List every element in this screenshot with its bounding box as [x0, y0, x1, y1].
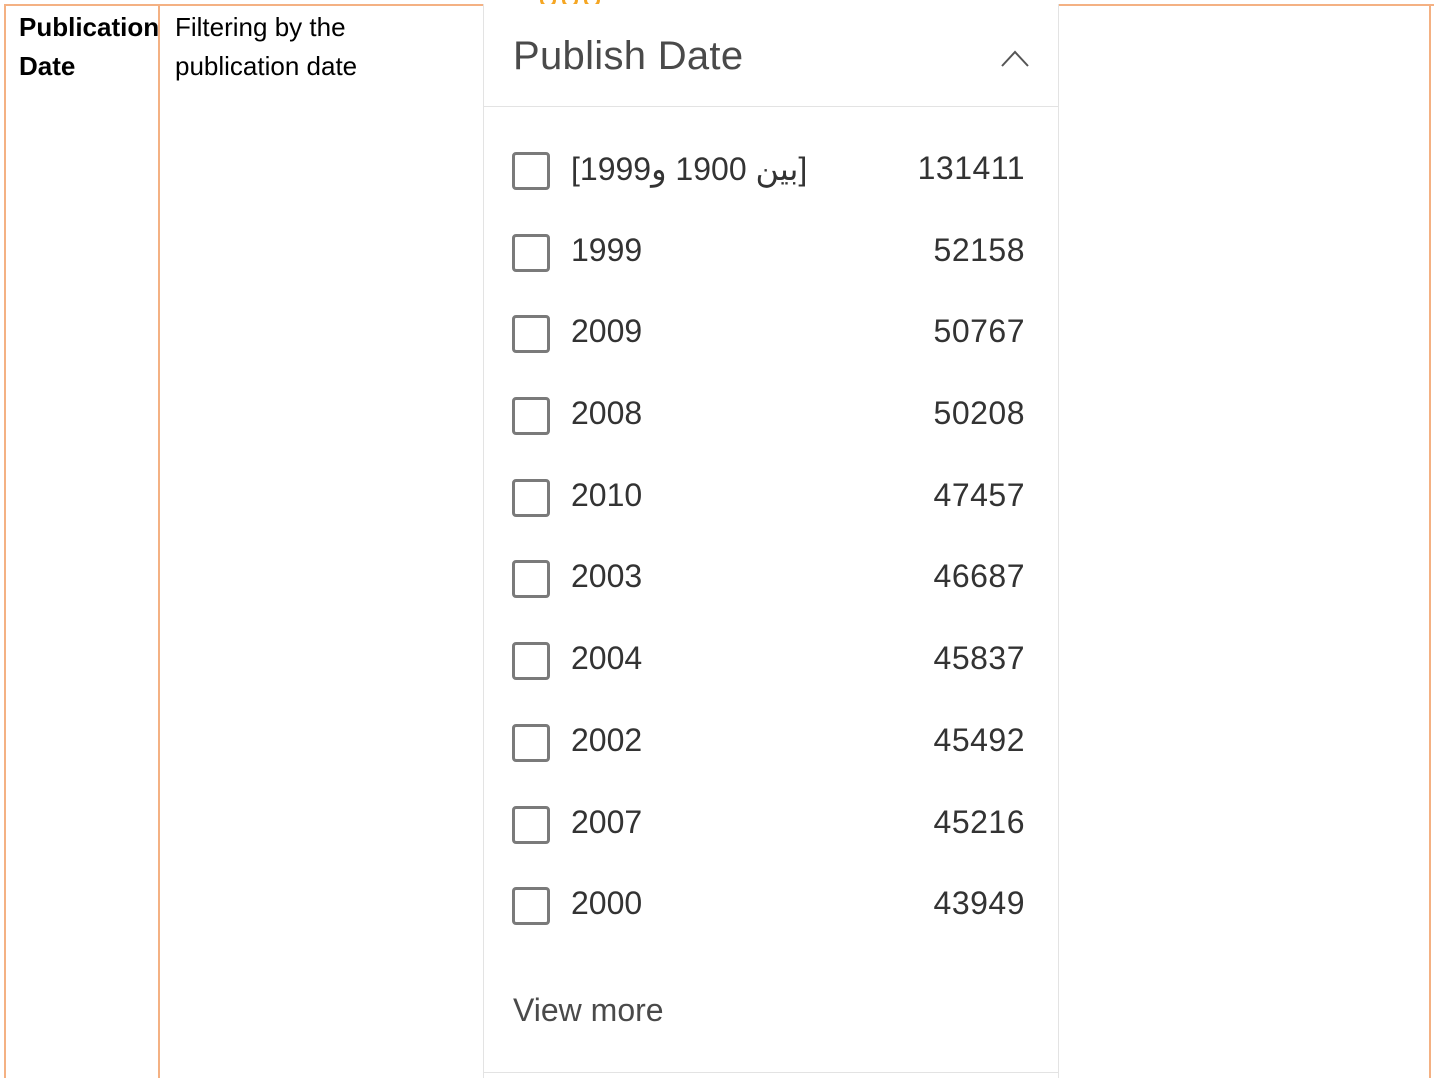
document-table: Publication Date Filtering by the public…: [0, 0, 1437, 1078]
filter-checkbox[interactable]: [512, 723, 550, 762]
filter-option-label: 1999: [571, 231, 643, 268]
filter-option-count: 45492: [933, 721, 1025, 758]
table-left-border: [4, 4, 6, 1078]
filter-option[interactable]: 2010 47457: [484, 459, 1058, 541]
filter-checkbox[interactable]: [512, 315, 550, 354]
table-right-border: [1429, 4, 1431, 1078]
panel-divider: [484, 1072, 1058, 1073]
filter-option[interactable]: 2004 45837: [484, 622, 1058, 704]
filter-checkbox[interactable]: [512, 887, 550, 926]
filter-option-count: 131411: [917, 150, 1025, 186]
filter-panel-header[interactable]: Publish Date: [484, 4, 1058, 107]
publish-date-filter-panel: Publish Date [بين 1900 و1999] 131411 199…: [483, 4, 1059, 1078]
filter-checkbox[interactable]: [512, 805, 550, 844]
filter-option[interactable]: [بين 1900 و1999] 131411: [484, 132, 1058, 214]
filter-option[interactable]: 2007 45216: [484, 786, 1058, 868]
filter-option-count: 50767: [933, 313, 1025, 350]
filter-option-label: 2004: [571, 640, 643, 677]
filter-option-count: 43949: [933, 885, 1025, 922]
filter-options-list: [بين 1900 و1999] 131411 1999 52158 2009 …: [484, 132, 1058, 949]
filter-option-count: 52158: [933, 231, 1025, 268]
filter-option-label: [بين 1900 و1999]: [571, 151, 808, 187]
filter-option[interactable]: 2002 45492: [484, 704, 1058, 786]
filter-option-label: 2010: [571, 476, 643, 513]
filter-option-label: 2002: [571, 721, 643, 758]
filter-option[interactable]: 2000 43949: [484, 867, 1058, 949]
filter-panel-title: Publish Date: [513, 34, 744, 78]
filter-option-count: 50208: [933, 395, 1025, 432]
filter-option[interactable]: 1999 52158: [484, 214, 1058, 296]
filter-option[interactable]: 2003 46687: [484, 540, 1058, 622]
filter-checkbox[interactable]: [512, 642, 550, 681]
view-more-link[interactable]: View more: [513, 992, 664, 1029]
filter-option[interactable]: 2008 50208: [484, 377, 1058, 459]
table-term-cell: Publication Date: [19, 12, 160, 81]
filter-option-label: 2007: [571, 803, 643, 840]
filter-option-count: 45837: [933, 640, 1025, 677]
filter-option-count: 45216: [933, 803, 1025, 840]
filter-checkbox[interactable]: [512, 152, 550, 190]
filter-option-count: 47457: [933, 476, 1025, 513]
filter-checkbox[interactable]: [512, 478, 550, 517]
table-column-divider: [158, 4, 160, 1078]
chevron-up-icon[interactable]: [1000, 48, 1030, 68]
filter-checkbox[interactable]: [512, 560, 550, 599]
filter-option-label: 2003: [571, 558, 643, 595]
filter-checkbox[interactable]: [512, 397, 550, 436]
table-description-cell: Filtering by the publication date: [175, 12, 358, 81]
filter-option-label: 2008: [571, 395, 643, 432]
filter-checkbox[interactable]: [512, 233, 550, 272]
filter-option-label: 2009: [571, 313, 643, 350]
filter-option[interactable]: 2009 50767: [484, 295, 1058, 377]
filter-option-count: 46687: [933, 558, 1025, 595]
filter-option-label: 2000: [571, 885, 643, 922]
